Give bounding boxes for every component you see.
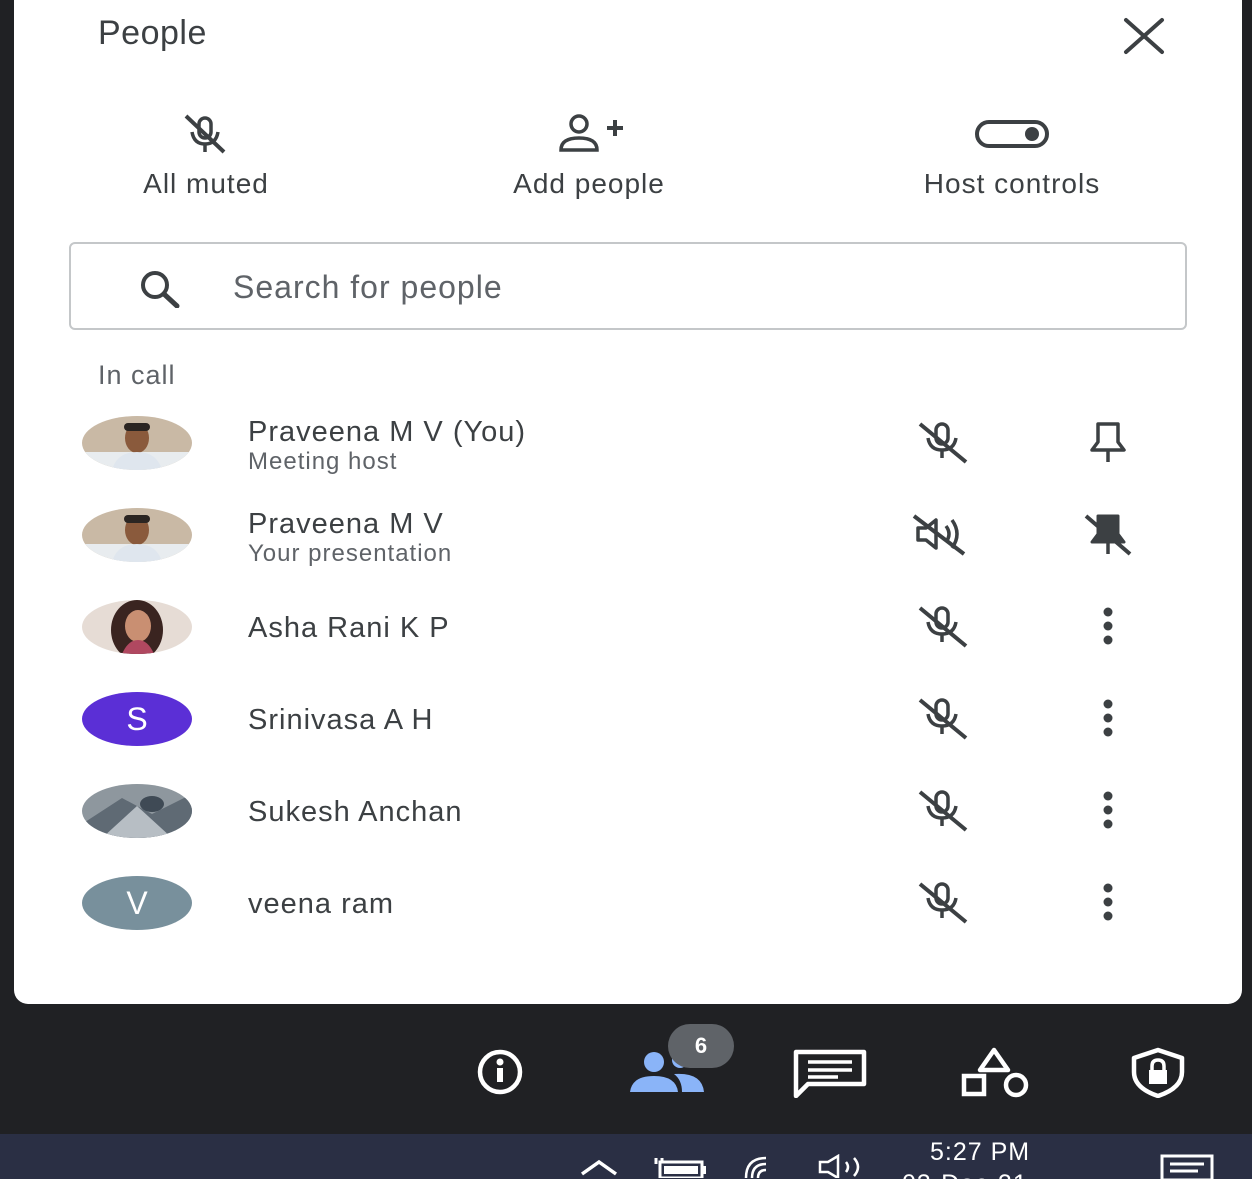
search-box [69, 242, 1187, 330]
pin-disabled-status [1080, 512, 1136, 561]
mic-off-icon [918, 698, 968, 740]
volume-off-icon [912, 514, 966, 556]
toggle-icon [975, 120, 1049, 148]
activities-button[interactable] [956, 1046, 1032, 1103]
host-controls-button[interactable]: Host controls [862, 112, 1162, 200]
mute-button[interactable] [906, 788, 976, 837]
more-options-button[interactable] [1080, 788, 1136, 837]
participant-row[interactable]: V veena ram [14, 860, 1242, 948]
notifications-button[interactable] [1158, 1154, 1216, 1179]
participant-row[interactable]: Sukesh Anchan [14, 768, 1242, 856]
activities-icon [961, 1047, 1029, 1098]
meeting-toolbar: 6 [0, 1010, 1252, 1134]
avatar [82, 600, 192, 654]
more-vert-icon [1103, 883, 1113, 921]
info-icon [477, 1049, 523, 1095]
mic-off-icon [184, 114, 226, 154]
in-call-label: In call [98, 360, 176, 390]
participant-subtitle: Meeting host [248, 448, 398, 475]
add-people-label: Add people [513, 168, 665, 199]
person-add-icon [559, 114, 623, 152]
avatar: V [82, 876, 192, 930]
avatar-photo [82, 784, 192, 838]
left-frame [0, 0, 14, 1010]
mute-button[interactable] [906, 880, 976, 929]
search-input[interactable] [231, 258, 1135, 316]
shield-lock-icon [1131, 1047, 1185, 1099]
more-options-button[interactable] [1080, 880, 1136, 929]
more-vert-icon [1103, 699, 1113, 737]
pin-icon [1090, 422, 1126, 462]
wifi-button[interactable] [742, 1154, 790, 1179]
wifi-icon [744, 1156, 767, 1179]
show-hidden-icons-button[interactable] [576, 1154, 622, 1179]
participant-subtitle: Your presentation [248, 540, 453, 567]
mute-button[interactable] [906, 696, 976, 745]
all-muted-button[interactable]: All muted [96, 112, 316, 200]
more-options-button[interactable] [1080, 604, 1136, 653]
participant-row[interactable]: Asha Rani K P [14, 584, 1242, 672]
panel-title: People [98, 14, 207, 52]
search-icon [141, 271, 180, 308]
people-count-badge: 6 [668, 1024, 734, 1068]
meeting-details-button[interactable] [462, 1046, 538, 1103]
avatar-letter: V [126, 884, 148, 921]
participant-row[interactable]: Praveena M V Your presentation [14, 492, 1242, 580]
participant-name: Asha Rani K P [248, 612, 450, 644]
clock-date[interactable]: 03-Dec-21 [902, 1170, 1028, 1179]
participant-row[interactable]: Praveena M V (You) Meeting host [14, 400, 1242, 488]
mic-off-icon [918, 606, 968, 648]
chat-icon [793, 1049, 867, 1099]
avatar [82, 784, 192, 838]
more-options-button[interactable] [1080, 696, 1136, 745]
chat-button[interactable] [790, 1046, 870, 1103]
chevron-up-icon [580, 1159, 618, 1176]
participant-name: Praveena M V [248, 508, 444, 540]
more-vert-icon [1103, 791, 1113, 829]
right-frame [1242, 0, 1252, 1010]
more-vert-icon [1103, 607, 1113, 645]
participant-row[interactable]: S Srinivasa A H [14, 676, 1242, 764]
battery-charging-icon [654, 1158, 706, 1179]
avatar-letter: S [126, 700, 148, 737]
os-taskbar: 5:27 PM 03-Dec-21 [0, 1134, 1252, 1179]
pin-button[interactable] [1080, 420, 1136, 469]
participant-name: Srinivasa A H [248, 704, 434, 736]
participant-name: veena ram [248, 888, 395, 920]
host-safety-button[interactable] [1120, 1046, 1196, 1103]
avatar-photo [82, 508, 192, 562]
mute-button[interactable] [906, 604, 976, 653]
notification-center-icon [1160, 1154, 1214, 1179]
avatar [82, 508, 192, 562]
mic-off-icon [918, 422, 968, 464]
avatar-photo [82, 416, 192, 470]
clock-time[interactable]: 5:27 PM [930, 1138, 1030, 1167]
pin-off-icon [1084, 514, 1132, 556]
host-controls-label: Host controls [923, 168, 1101, 199]
all-muted-label: All muted [143, 168, 269, 199]
mic-off-icon [918, 882, 968, 924]
avatar [82, 416, 192, 470]
battery-button[interactable] [652, 1154, 710, 1179]
presentation-audio-status [906, 512, 976, 561]
mute-button[interactable] [906, 420, 976, 469]
avatar-photo [82, 600, 192, 654]
avatar: S [82, 692, 192, 746]
mic-off-icon [918, 790, 968, 832]
close-button[interactable] [1122, 16, 1166, 56]
volume-button[interactable] [816, 1153, 874, 1179]
speaker-icon [818, 1153, 860, 1179]
participant-name: Praveena M V (You) [248, 416, 527, 448]
close-icon [1124, 18, 1164, 54]
add-people-button[interactable]: Add people [454, 112, 724, 200]
participant-name: Sukesh Anchan [248, 796, 463, 828]
people-panel: People All muted Add people Host control… [14, 0, 1242, 1004]
